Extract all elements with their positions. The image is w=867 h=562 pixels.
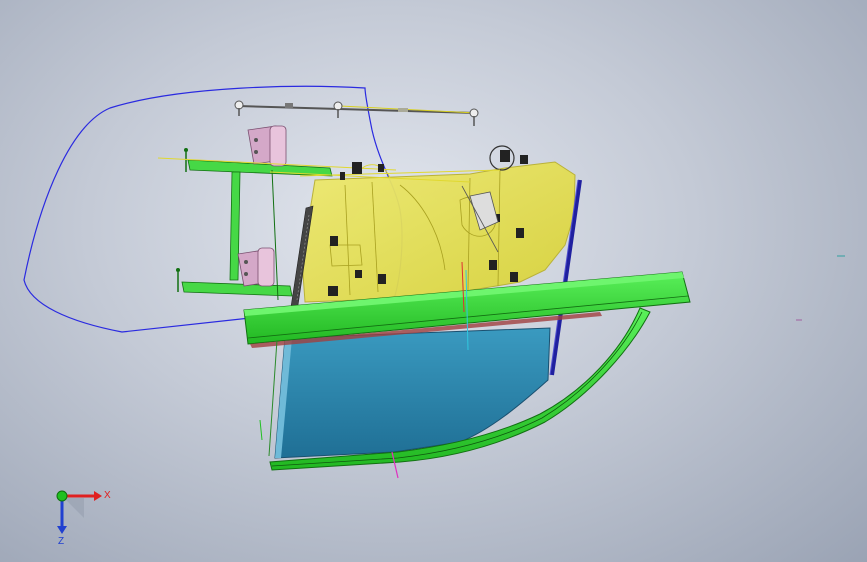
check-link-rod <box>234 100 479 126</box>
z-axis-label: Z <box>58 536 64 547</box>
x-axis-arrowhead <box>94 491 102 501</box>
coordinate-triad: X Z <box>48 478 118 548</box>
door-assembly-model[interactable] <box>0 0 867 562</box>
inner-panel <box>301 161 576 303</box>
y-axis-dot <box>56 490 68 502</box>
cad-viewport[interactable]: X Z <box>0 0 867 562</box>
x-axis-label: X <box>104 490 111 501</box>
hinge-brackets <box>237 125 287 287</box>
z-axis-arrowhead <box>57 526 67 534</box>
front-edge-line <box>268 339 278 457</box>
